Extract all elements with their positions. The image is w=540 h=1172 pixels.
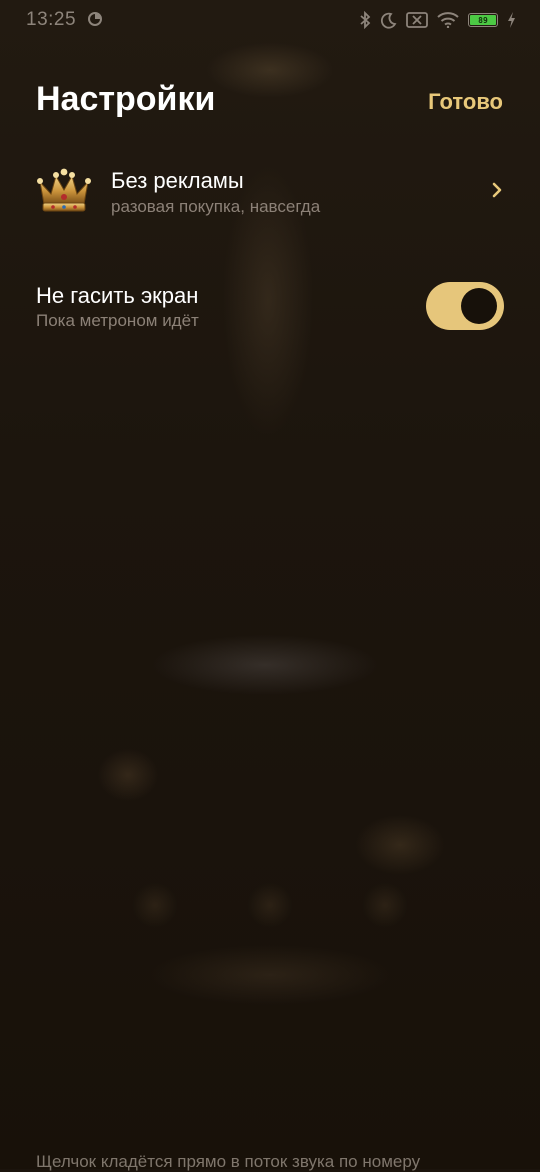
page-title: Настройки xyxy=(36,80,216,118)
status-icons: 89 xyxy=(359,9,516,31)
bluetooth-icon xyxy=(360,11,371,29)
no-ads-title: Без рекламы xyxy=(111,168,244,193)
keep-screen-on-toggle[interactable] xyxy=(426,282,504,330)
no-ads-row[interactable]: Без рекламы разовая покупка, навсегда xyxy=(0,155,540,233)
crown-icon xyxy=(37,168,91,212)
keep-screen-on-subtitle: Пока метроном идёт xyxy=(36,311,199,330)
status-bar: 13:25 89 xyxy=(0,0,540,40)
status-time: 13:25 xyxy=(26,9,77,30)
done-button[interactable]: Готово xyxy=(428,89,503,115)
sim-off-icon xyxy=(406,12,428,28)
battery-icon: 89 xyxy=(468,13,498,27)
charging-icon xyxy=(508,12,515,28)
moon-icon xyxy=(380,12,397,28)
chevron-right-icon xyxy=(492,182,502,198)
toggle-knob xyxy=(461,288,497,324)
battery-level: 89 xyxy=(470,15,496,25)
wifi-icon xyxy=(437,12,459,28)
keep-screen-on-row: Не гасить экран Пока метроном идёт xyxy=(0,275,540,345)
keep-screen-on-title: Не гасить экран xyxy=(36,283,199,308)
sync-icon xyxy=(88,12,102,26)
no-ads-subtitle: разовая покупка, навсегда xyxy=(111,197,321,216)
footnote-text: Щелчок кладётся прямо в поток звука по н… xyxy=(36,1152,421,1171)
